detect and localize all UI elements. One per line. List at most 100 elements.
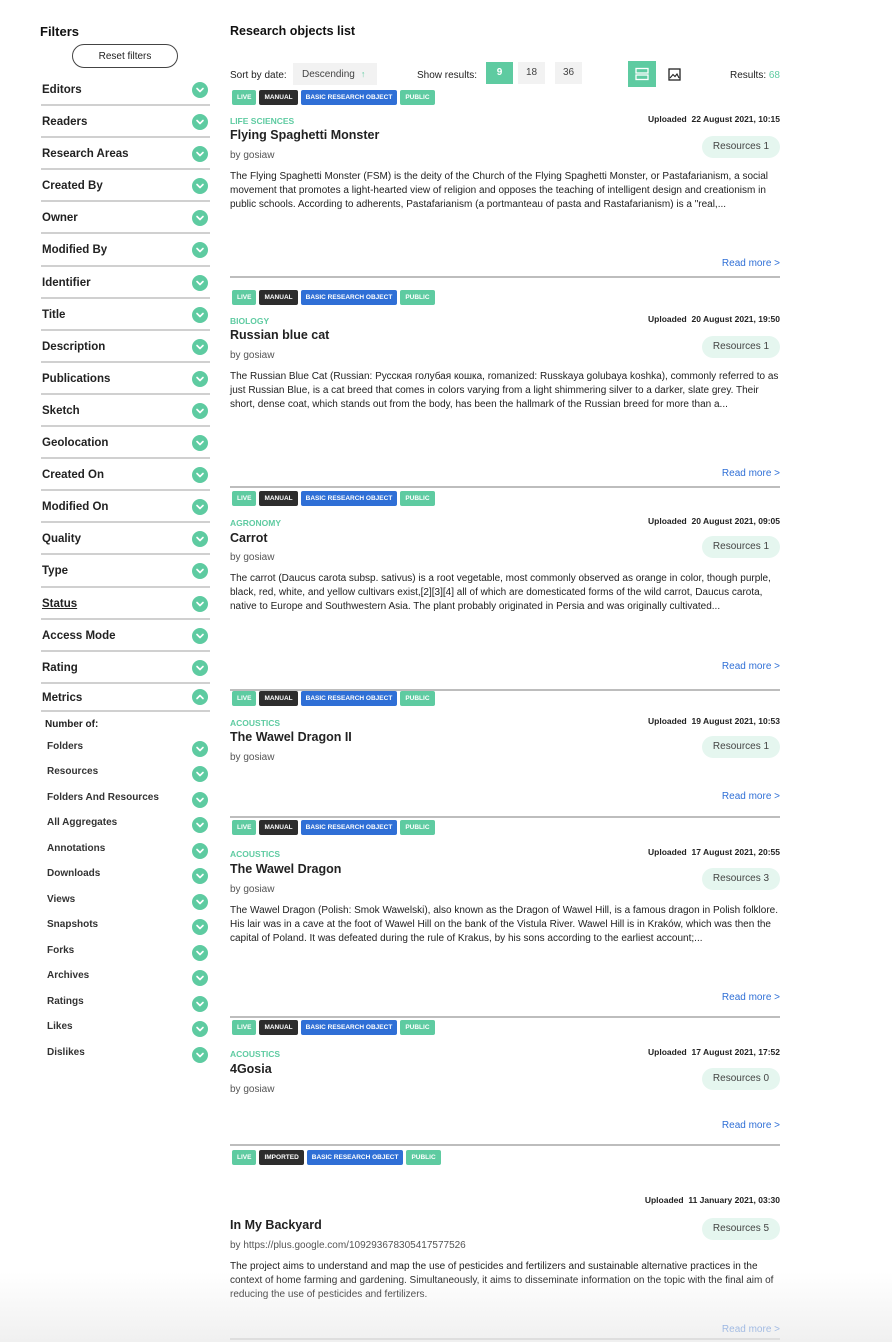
chevron-down-icon[interactable] bbox=[192, 1021, 208, 1038]
research-object-title[interactable]: Flying Spaghetti Monster bbox=[230, 128, 379, 142]
filter-access-mode[interactable]: Access Mode bbox=[41, 620, 210, 652]
image-view-button[interactable] bbox=[660, 61, 688, 87]
research-object-title[interactable]: Russian blue cat bbox=[230, 328, 329, 342]
read-more-link[interactable]: Read more > bbox=[722, 791, 780, 802]
chevron-down-icon[interactable] bbox=[192, 766, 208, 783]
reset-filters-button[interactable]: Reset filters bbox=[72, 44, 178, 68]
chevron-down-icon[interactable] bbox=[192, 306, 208, 323]
chevron-up-icon[interactable] bbox=[192, 688, 208, 705]
metric-filter-folders[interactable]: Folders bbox=[47, 735, 210, 761]
chevron-down-icon[interactable] bbox=[192, 659, 208, 676]
read-more-link[interactable]: Read more > bbox=[722, 1324, 780, 1335]
filter-rating[interactable]: Rating bbox=[41, 652, 210, 684]
read-more-link[interactable]: Read more > bbox=[722, 661, 780, 672]
resources-badge[interactable]: Resources 1 bbox=[702, 136, 780, 158]
metric-filter-folders-and-resources[interactable]: Folders And Resources bbox=[47, 786, 210, 812]
chevron-down-icon[interactable] bbox=[192, 944, 208, 961]
metric-filter-downloads[interactable]: Downloads bbox=[47, 862, 210, 888]
chevron-down-icon[interactable] bbox=[192, 1046, 208, 1063]
chevron-down-icon[interactable] bbox=[192, 970, 208, 987]
uploaded-label: Uploaded bbox=[648, 1047, 687, 1057]
chevron-down-icon[interactable] bbox=[192, 82, 208, 98]
chevron-down-icon[interactable] bbox=[192, 114, 208, 131]
filter-identifier[interactable]: Identifier bbox=[41, 267, 210, 299]
filter-label: Title bbox=[42, 308, 66, 321]
page-size-36-button[interactable]: 36 bbox=[555, 62, 582, 84]
sort-order-value: Descending bbox=[302, 69, 355, 80]
read-more-link[interactable]: Read more > bbox=[722, 992, 780, 1003]
chevron-down-icon[interactable] bbox=[192, 531, 208, 548]
chevron-down-icon[interactable] bbox=[192, 210, 208, 227]
chevron-down-icon[interactable] bbox=[192, 274, 208, 291]
resources-badge[interactable]: Resources 0 bbox=[702, 1068, 780, 1090]
chevron-down-icon[interactable] bbox=[192, 842, 208, 859]
research-object-title[interactable]: The Wawel Dragon bbox=[230, 862, 341, 876]
filter-created-on[interactable]: Created On bbox=[41, 459, 210, 492]
chevron-down-icon[interactable] bbox=[192, 370, 208, 387]
filter-readers[interactable]: Readers bbox=[41, 106, 210, 139]
metric-filter-views[interactable]: Views bbox=[47, 888, 210, 914]
read-more-link[interactable]: Read more > bbox=[722, 1120, 780, 1131]
filter-owner[interactable]: Owner bbox=[41, 202, 210, 235]
chevron-down-icon[interactable] bbox=[192, 868, 208, 885]
filter-sketch[interactable]: Sketch bbox=[41, 395, 210, 428]
sort-order-select[interactable]: Descending ↑ bbox=[293, 63, 377, 85]
research-object-title[interactable]: 4Gosia bbox=[230, 1062, 272, 1076]
resources-badge[interactable]: Resources 1 bbox=[702, 736, 780, 758]
research-object-title[interactable]: Carrot bbox=[230, 531, 268, 545]
filter-title[interactable]: Title bbox=[41, 299, 210, 331]
chevron-down-icon[interactable] bbox=[192, 995, 208, 1012]
list-view-button[interactable] bbox=[628, 61, 656, 87]
chevron-down-icon[interactable] bbox=[192, 499, 208, 516]
metric-filter-annotations[interactable]: Annotations bbox=[47, 837, 210, 863]
metric-filter-dislikes[interactable]: Dislikes bbox=[47, 1041, 210, 1067]
filter-description[interactable]: Description bbox=[41, 331, 210, 363]
filter-modified-by[interactable]: Modified By bbox=[41, 234, 210, 267]
read-more-link[interactable]: Read more > bbox=[722, 258, 780, 269]
chevron-down-icon[interactable] bbox=[192, 893, 208, 910]
chevron-down-icon[interactable] bbox=[192, 740, 208, 757]
chevron-down-icon[interactable] bbox=[192, 919, 208, 936]
page-size-18-button[interactable]: 18 bbox=[518, 62, 545, 84]
page-size-9-button[interactable]: 9 bbox=[486, 62, 513, 84]
resources-badge[interactable]: Resources 1 bbox=[702, 536, 780, 558]
resources-badge[interactable]: Resources 5 bbox=[702, 1218, 780, 1240]
chevron-down-icon[interactable] bbox=[192, 791, 208, 808]
metric-filter-likes[interactable]: Likes bbox=[47, 1015, 210, 1041]
chevron-down-icon[interactable] bbox=[192, 817, 208, 834]
filter-quality[interactable]: Quality bbox=[41, 523, 210, 556]
chevron-down-icon[interactable] bbox=[192, 338, 208, 355]
read-more-link[interactable]: Read more > bbox=[722, 468, 780, 479]
chevron-down-icon[interactable] bbox=[192, 467, 208, 484]
chevron-down-icon[interactable] bbox=[192, 402, 208, 419]
filter-modified-on[interactable]: Modified On bbox=[41, 491, 210, 524]
chevron-down-icon[interactable] bbox=[192, 178, 208, 195]
chevron-down-icon[interactable] bbox=[192, 595, 208, 612]
filter-created-by[interactable]: Created By bbox=[41, 170, 210, 203]
chevron-down-icon[interactable] bbox=[192, 146, 208, 163]
resources-badge[interactable]: Resources 1 bbox=[702, 336, 780, 358]
filter-type[interactable]: Type bbox=[41, 555, 210, 588]
metric-filter-ratings[interactable]: Ratings bbox=[47, 990, 210, 1016]
research-object-title[interactable]: The Wawel Dragon II bbox=[230, 730, 352, 744]
filter-status[interactable]: Status bbox=[41, 588, 210, 620]
chevron-down-icon[interactable] bbox=[192, 242, 208, 259]
research-object-title[interactable]: In My Backyard bbox=[230, 1218, 322, 1232]
tag-manual: MANUAL bbox=[259, 90, 298, 105]
filter-publications[interactable]: Publications bbox=[41, 363, 210, 395]
chevron-down-icon[interactable] bbox=[192, 627, 208, 644]
chevron-down-icon[interactable] bbox=[192, 435, 208, 452]
metric-filter-forks[interactable]: Forks bbox=[47, 939, 210, 965]
filter-geolocation[interactable]: Geolocation bbox=[41, 427, 210, 460]
metric-filter-archives[interactable]: Archives bbox=[47, 964, 210, 990]
resources-badge[interactable]: Resources 3 bbox=[702, 868, 780, 890]
filter-research-areas[interactable]: Research Areas bbox=[41, 138, 210, 171]
metric-filter-resources[interactable]: Resources bbox=[47, 760, 210, 786]
filter-label: Geolocation bbox=[42, 437, 109, 450]
chevron-down-icon[interactable] bbox=[192, 563, 208, 580]
metric-filter-snapshots[interactable]: Snapshots bbox=[47, 913, 210, 939]
tag-live: LIVE bbox=[232, 820, 257, 835]
filter-editors[interactable]: Editors bbox=[41, 74, 210, 107]
metric-filter-all-aggregates[interactable]: All Aggregates bbox=[47, 811, 210, 837]
filter-metrics[interactable]: Metrics bbox=[41, 684, 210, 712]
